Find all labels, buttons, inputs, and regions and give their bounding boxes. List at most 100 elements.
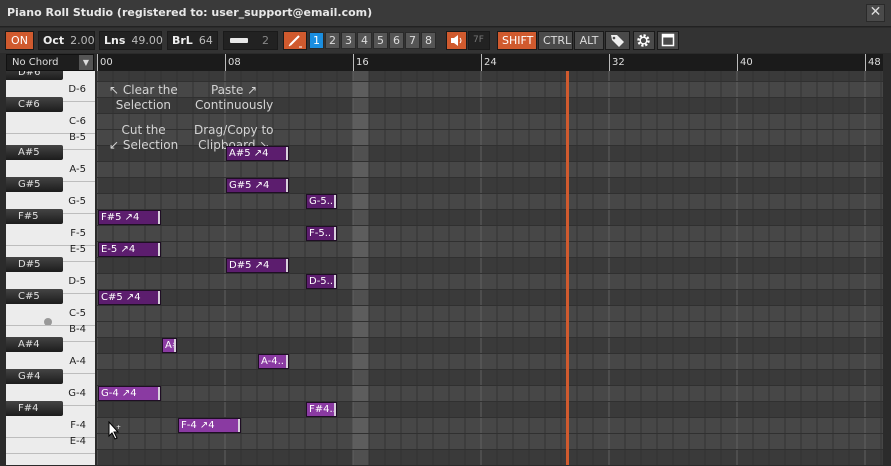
settings-button[interactable] [633, 31, 655, 50]
black-key[interactable]: D#6 [6, 71, 63, 80]
chord-select-value: No Chord [12, 57, 59, 68]
lines-field[interactable]: Lns 49.00 [99, 31, 163, 50]
timeline-ruler[interactable]: 00 08 16 24 32 40 48 [97, 54, 883, 71]
black-key[interactable]: C#5 [6, 289, 63, 304]
grid-highlight-cell [353, 433, 369, 449]
on-toggle[interactable]: ON [5, 31, 34, 50]
black-key[interactable]: F#4 [6, 401, 63, 416]
fx-button[interactable]: 7F [468, 31, 490, 50]
ruler-mark: 32 [609, 54, 625, 71]
key-label: A-5 [69, 164, 86, 175]
grid-row [97, 289, 883, 305]
mute-button[interactable] [446, 31, 467, 50]
note-block[interactable]: C#5 ↗4 [98, 290, 161, 305]
note-grid[interactable]: ↖ Clear the Selection Paste ↗ Continuously… [97, 71, 883, 465]
note-block[interactable]: E-5 ↗4 [98, 242, 161, 257]
velocity-value: 2 [262, 34, 269, 47]
black-key[interactable]: C#6 [6, 97, 63, 112]
speaker-icon [451, 35, 462, 46]
draw-tool-button[interactable] [283, 31, 307, 50]
grid-highlight-cell [353, 81, 369, 97]
white-key[interactable]: E-4 [6, 427, 95, 454]
grid-row [97, 433, 883, 449]
toolbar: ON Oct 2.00 Lns 49.00 BrL 64 2 12345678 7F … [0, 28, 891, 53]
grid-highlight-cell [353, 289, 369, 305]
key-label: F#4 [18, 403, 39, 414]
key-label: A#5 [18, 147, 40, 158]
grid-row [97, 321, 883, 337]
lines-value: 49.00 [131, 34, 163, 47]
note-block[interactable]: F#4.. [306, 402, 337, 417]
key-label: G-5 [68, 196, 86, 207]
note-block[interactable]: A#5 ↗4 [226, 146, 289, 161]
grid-highlight-cell [353, 417, 369, 433]
key-label: A-4 [69, 356, 86, 367]
grid-row [97, 241, 883, 257]
note-block[interactable]: D#5 ↗4 [226, 258, 289, 273]
bar-length-value: 64 [198, 34, 213, 47]
ruler-mark: 24 [481, 54, 497, 71]
chevron-down-icon: ▼ [79, 55, 93, 70]
group-button-8[interactable]: 8 [421, 32, 436, 49]
hint-cut-selection: Cut the ↙ Selection [109, 123, 179, 152]
black-key[interactable]: D#5 [6, 257, 63, 272]
black-key[interactable]: A#5 [6, 145, 63, 160]
grid-row [97, 177, 883, 193]
black-key[interactable]: G#5 [6, 177, 63, 192]
note-block[interactable]: G-5.. [306, 194, 337, 209]
ctrl-button[interactable]: CTRL [538, 31, 573, 50]
group-button-7[interactable]: 7 [405, 32, 420, 49]
slider-icon [230, 38, 248, 43]
alt-button[interactable]: ALT [574, 31, 604, 50]
grid-row [97, 71, 883, 81]
key-label: E-4 [69, 436, 86, 447]
grid-highlight-cell [353, 209, 369, 225]
group-button-4[interactable]: 4 [357, 32, 372, 49]
note-block[interactable]: D-5.. [306, 274, 337, 289]
window-title: Piano Roll Studio (registered to: user_s… [7, 6, 373, 19]
close-button[interactable]: ✕ [866, 4, 885, 22]
key-label: D#5 [18, 259, 41, 270]
grid-row [97, 225, 883, 241]
note-block[interactable]: F-5.. [306, 226, 337, 241]
note-block[interactable]: A-4.. [258, 354, 289, 369]
bar-length-field[interactable]: BrL 64 [167, 31, 218, 50]
group-button-3[interactable]: 3 [341, 32, 356, 49]
key-label: C#5 [18, 291, 40, 302]
key-label: A#4 [18, 339, 40, 350]
octave-field[interactable]: Oct 2.00 [38, 31, 95, 50]
grid-highlight-cell [353, 273, 369, 289]
ruler-mark: 08 [225, 54, 241, 71]
group-button-2[interactable]: 2 [325, 32, 340, 49]
key-label: F#5 [18, 211, 39, 222]
note-block[interactable]: G#5 ↗4 [226, 178, 289, 193]
grid-highlight-cell [353, 401, 369, 417]
piano-roll-area: No Chord ▼ 00 08 16 24 32 40 48 D-6 C-6 B-5 A-5 G-… [0, 53, 891, 466]
group-button-1[interactable]: 1 [309, 32, 324, 49]
shift-button[interactable]: SHIFT [497, 31, 537, 50]
tag-button[interactable] [605, 31, 630, 50]
grid-highlight-cell [353, 225, 369, 241]
note-block[interactable]: A# [162, 338, 177, 353]
black-key[interactable]: G#4 [6, 369, 63, 384]
svg-text:+: + [116, 424, 121, 431]
bar-length-label: BrL [172, 34, 193, 47]
key-label: D-5 [68, 276, 86, 287]
black-key[interactable]: F#5 [6, 209, 63, 224]
grid-highlight-cell [353, 321, 369, 337]
window-button[interactable] [657, 31, 679, 50]
mouse-cursor-icon: + [108, 421, 121, 440]
key-label: B-5 [69, 132, 86, 143]
group-button-6[interactable]: 6 [389, 32, 404, 49]
ruler-mark: 48 [865, 54, 881, 71]
grid-highlight-cell [353, 241, 369, 257]
note-block[interactable]: F-4 ↗4 [178, 418, 241, 433]
velocity-control[interactable]: 2 [223, 31, 278, 50]
piano-keyboard[interactable]: D-6 C-6 B-5 A-5 G-5 F-5 E-5 D-5 C-5 B-4 A-4 G-4 F-4 E… [6, 71, 95, 465]
group-button-5[interactable]: 5 [373, 32, 388, 49]
black-key[interactable]: A#4 [6, 337, 63, 352]
note-block[interactable]: F#5 ↗4 [98, 210, 161, 225]
grid-row [97, 369, 883, 385]
chord-select[interactable]: No Chord ▼ [6, 54, 94, 71]
note-block[interactable]: G-4 ↗4 [98, 386, 161, 401]
